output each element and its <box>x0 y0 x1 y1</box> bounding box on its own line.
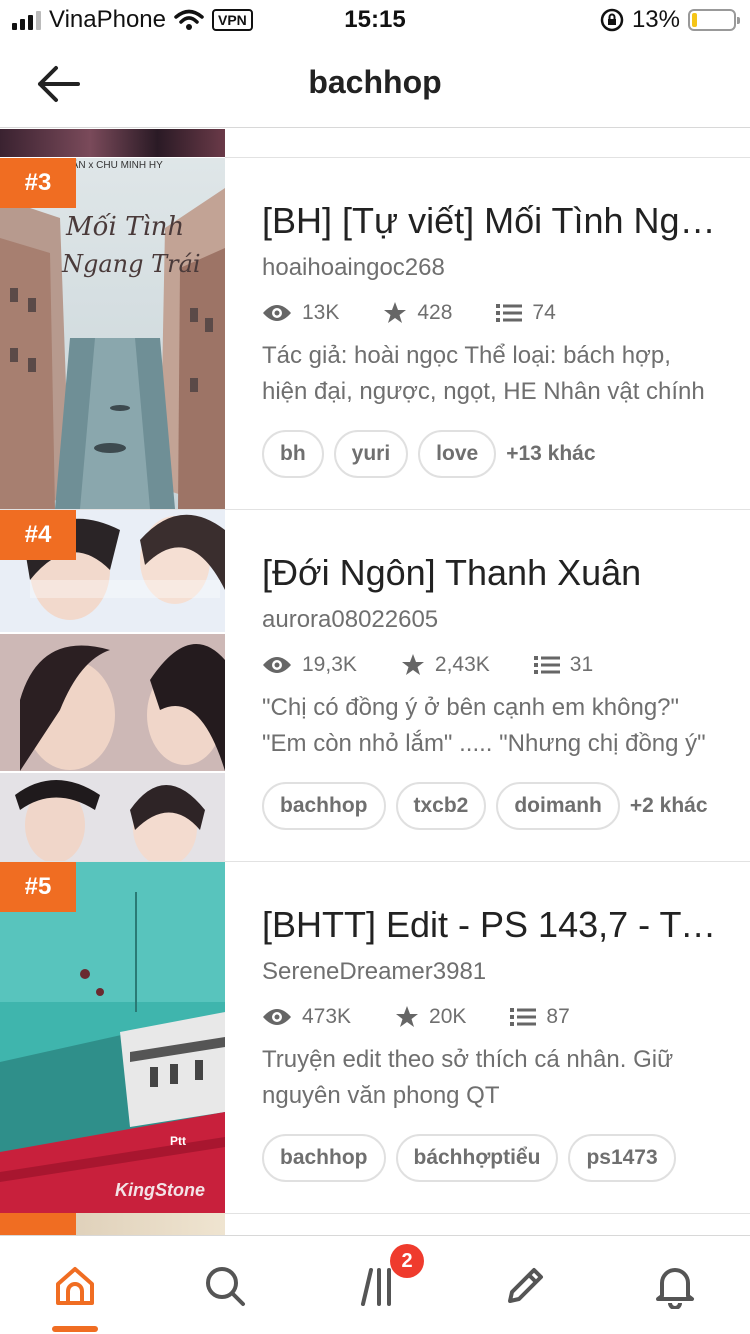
more-tags[interactable]: +2 khác <box>630 794 708 818</box>
tag-chip[interactable]: ps1473 <box>568 1134 676 1182</box>
eye-icon <box>263 305 291 321</box>
search-icon <box>206 1267 245 1306</box>
top-app-bar: bachhop <box>0 40 750 128</box>
status-right: 13% <box>600 6 740 34</box>
story-stats: 473K 20K 87 <box>262 1000 722 1034</box>
list-icon <box>510 1008 537 1026</box>
story-author[interactable]: SereneDreamer3981 <box>262 956 722 988</box>
story-info[interactable]: [BH] [Tự viết] Mối Tình Ngang Trái hoaih… <box>262 198 722 478</box>
reads-count: 13K <box>302 301 340 324</box>
write-icon <box>508 1268 543 1303</box>
votes-count: 20K <box>429 1005 467 1028</box>
story-title[interactable]: [BHTT] Edit - PS 143,7 - Trì Ngư <box>262 902 722 948</box>
story-card[interactable]: Ptt KingStone #5 [BHTT] Edit - PS 143,7 … <box>0 862 750 1214</box>
tag-chip[interactable]: bachhop <box>262 782 386 830</box>
story-cover[interactable]: G BẢO HÂN x CHU MINH HY Mối Tình Ngang T… <box>0 158 225 509</box>
tag-chip[interactable]: love <box>418 430 497 478</box>
tag-list: bachhop báchhợptiểu ps1473 <box>262 1134 722 1182</box>
story-cover[interactable]: Ptt KingStone #5 <box>0 862 225 1213</box>
votes-count: 2,43K <box>434 653 490 676</box>
star-icon <box>384 302 407 323</box>
active-tab-indicator <box>52 1326 98 1332</box>
rank-badge: #5 <box>0 862 76 912</box>
tag-list: bachhop txcb2 doimanh +2 khác <box>262 782 722 830</box>
reads-count: 19,3K <box>302 653 357 676</box>
bell-icon <box>656 1268 694 1309</box>
list-icon <box>496 304 523 322</box>
reads-stat: 473K <box>262 1005 351 1029</box>
list-icon <box>533 656 560 674</box>
library-badge: 2 <box>390 1244 424 1278</box>
eye-icon <box>263 657 291 673</box>
story-author[interactable]: aurora08022605 <box>262 604 722 636</box>
parts-stat: 31 <box>533 653 594 677</box>
cover-image-canal <box>0 158 225 509</box>
story-card[interactable]: #4 [Đới Ngôn] Thanh Xuân aurora08022605 … <box>0 510 750 862</box>
story-description: "Chị có đồng ý ở bên cạnh em không?" "Em… <box>262 694 706 757</box>
reads-stat: 19,3K <box>262 653 357 677</box>
cover-title-line2: Ngang Trái <box>62 250 201 278</box>
star-icon <box>396 1006 419 1027</box>
battery-icon <box>688 9 740 31</box>
parts-stat: 74 <box>496 301 556 325</box>
votes-stat: 20K <box>395 1005 466 1029</box>
parts-count: 74 <box>532 301 556 324</box>
tag-list: bh yuri love +13 khác <box>262 430 722 478</box>
cover-brand: KingStone <box>115 1180 205 1200</box>
cover-image-portraits <box>0 510 225 861</box>
previous-story-cover[interactable] <box>0 129 225 157</box>
story-title[interactable]: [Đới Ngôn] Thanh Xuân <box>262 550 722 596</box>
story-info[interactable]: [Đới Ngôn] Thanh Xuân aurora08022605 19,… <box>262 550 722 830</box>
tag-chip[interactable]: bh <box>262 430 324 478</box>
votes-count: 428 <box>417 301 453 324</box>
page-title: bachhop <box>308 64 442 100</box>
battery-percent: 13% <box>631 6 680 33</box>
parts-count: 31 <box>569 653 594 676</box>
parts-stat: 87 <box>510 1005 570 1029</box>
rank-badge: #4 <box>0 510 76 560</box>
story-description: Truyện edit theo sở thích cá nhân. Giữ n… <box>262 1046 674 1109</box>
votes-stat: 428 <box>383 301 452 325</box>
cover-caption: Ptt <box>170 1134 186 1148</box>
nav-home[interactable] <box>47 1260 103 1312</box>
nav-write[interactable] <box>497 1260 553 1312</box>
parts-count: 87 <box>546 1005 570 1028</box>
next-rank-badge <box>0 1213 76 1235</box>
story-card[interactable]: G BẢO HÂN x CHU MINH HY Mối Tình Ngang T… <box>0 158 750 510</box>
story-author[interactable]: hoaihoaingoc268 <box>262 252 722 284</box>
rank-badge: #3 <box>0 158 76 208</box>
nav-notifications[interactable] <box>647 1260 703 1312</box>
more-tags[interactable]: +13 khác <box>506 442 595 466</box>
reads-stat: 13K <box>262 301 339 325</box>
reads-count: 473K <box>302 1005 352 1028</box>
star-icon <box>401 654 424 675</box>
story-list[interactable]: G BẢO HÂN x CHU MINH HY Mối Tình Ngang T… <box>0 129 750 1235</box>
bottom-navigation: 2 <box>0 1235 750 1334</box>
cover-title-line1: Mối Tình <box>66 212 185 242</box>
story-stats: 13K 428 74 <box>262 296 722 330</box>
story-title[interactable]: [BH] [Tự viết] Mối Tình Ngang Trái <box>262 198 722 244</box>
tag-chip[interactable]: txcb2 <box>395 782 487 830</box>
tag-chip[interactable]: bachhop <box>262 1134 386 1182</box>
story-info[interactable]: [BHTT] Edit - PS 143,7 - Trì Ngư SereneD… <box>262 902 722 1182</box>
cover-image-landscape <box>0 862 225 1213</box>
story-description: Tác giả: hoài ngọc Thể loại: bách hợp, h… <box>262 342 705 405</box>
tag-chip[interactable]: yuri <box>333 430 409 478</box>
story-stats: 19,3K 2,43K 31 <box>262 648 722 682</box>
tag-chip[interactable]: doimanh <box>496 782 620 830</box>
story-cover[interactable]: #4 <box>0 510 225 861</box>
home-icon <box>56 1267 94 1305</box>
eye-icon <box>263 1009 291 1025</box>
votes-stat: 2,43K <box>401 653 490 677</box>
orientation-lock-icon <box>600 8 624 32</box>
nav-search[interactable] <box>197 1260 253 1312</box>
tag-chip[interactable]: báchhợptiểu <box>395 1134 559 1182</box>
status-bar: VinaPhone VPN 15:15 13% <box>0 0 750 40</box>
